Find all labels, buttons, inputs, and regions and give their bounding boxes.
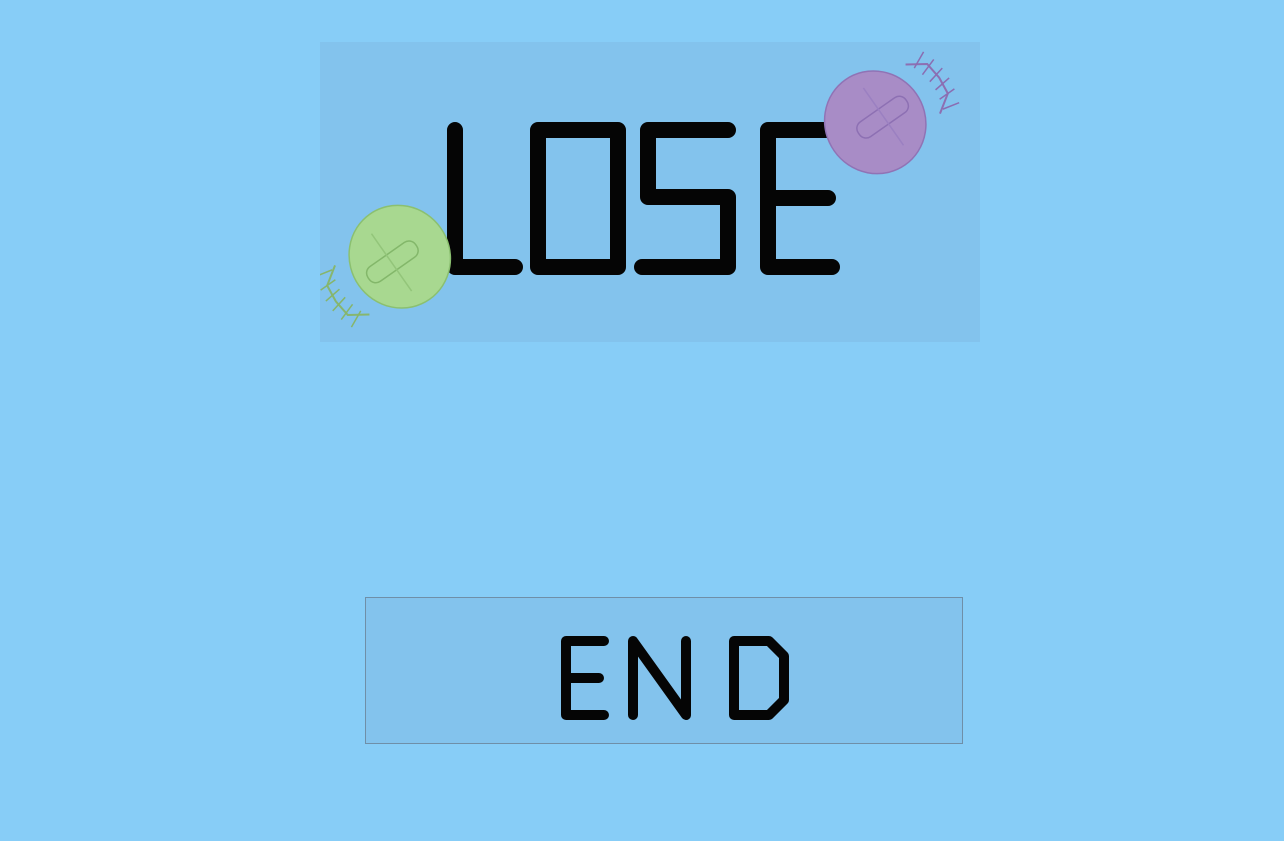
- lose-title-graphic: [320, 51, 960, 328]
- lose-title-panel: LOSE: [320, 42, 980, 342]
- end-button[interactable]: END: [365, 597, 963, 744]
- end-button-graphic: [561, 636, 789, 720]
- purple-trilobite-icon: [823, 51, 960, 175]
- game-over-screen: { "screen": { "title": "LOSE", "end_butt…: [0, 0, 1284, 841]
